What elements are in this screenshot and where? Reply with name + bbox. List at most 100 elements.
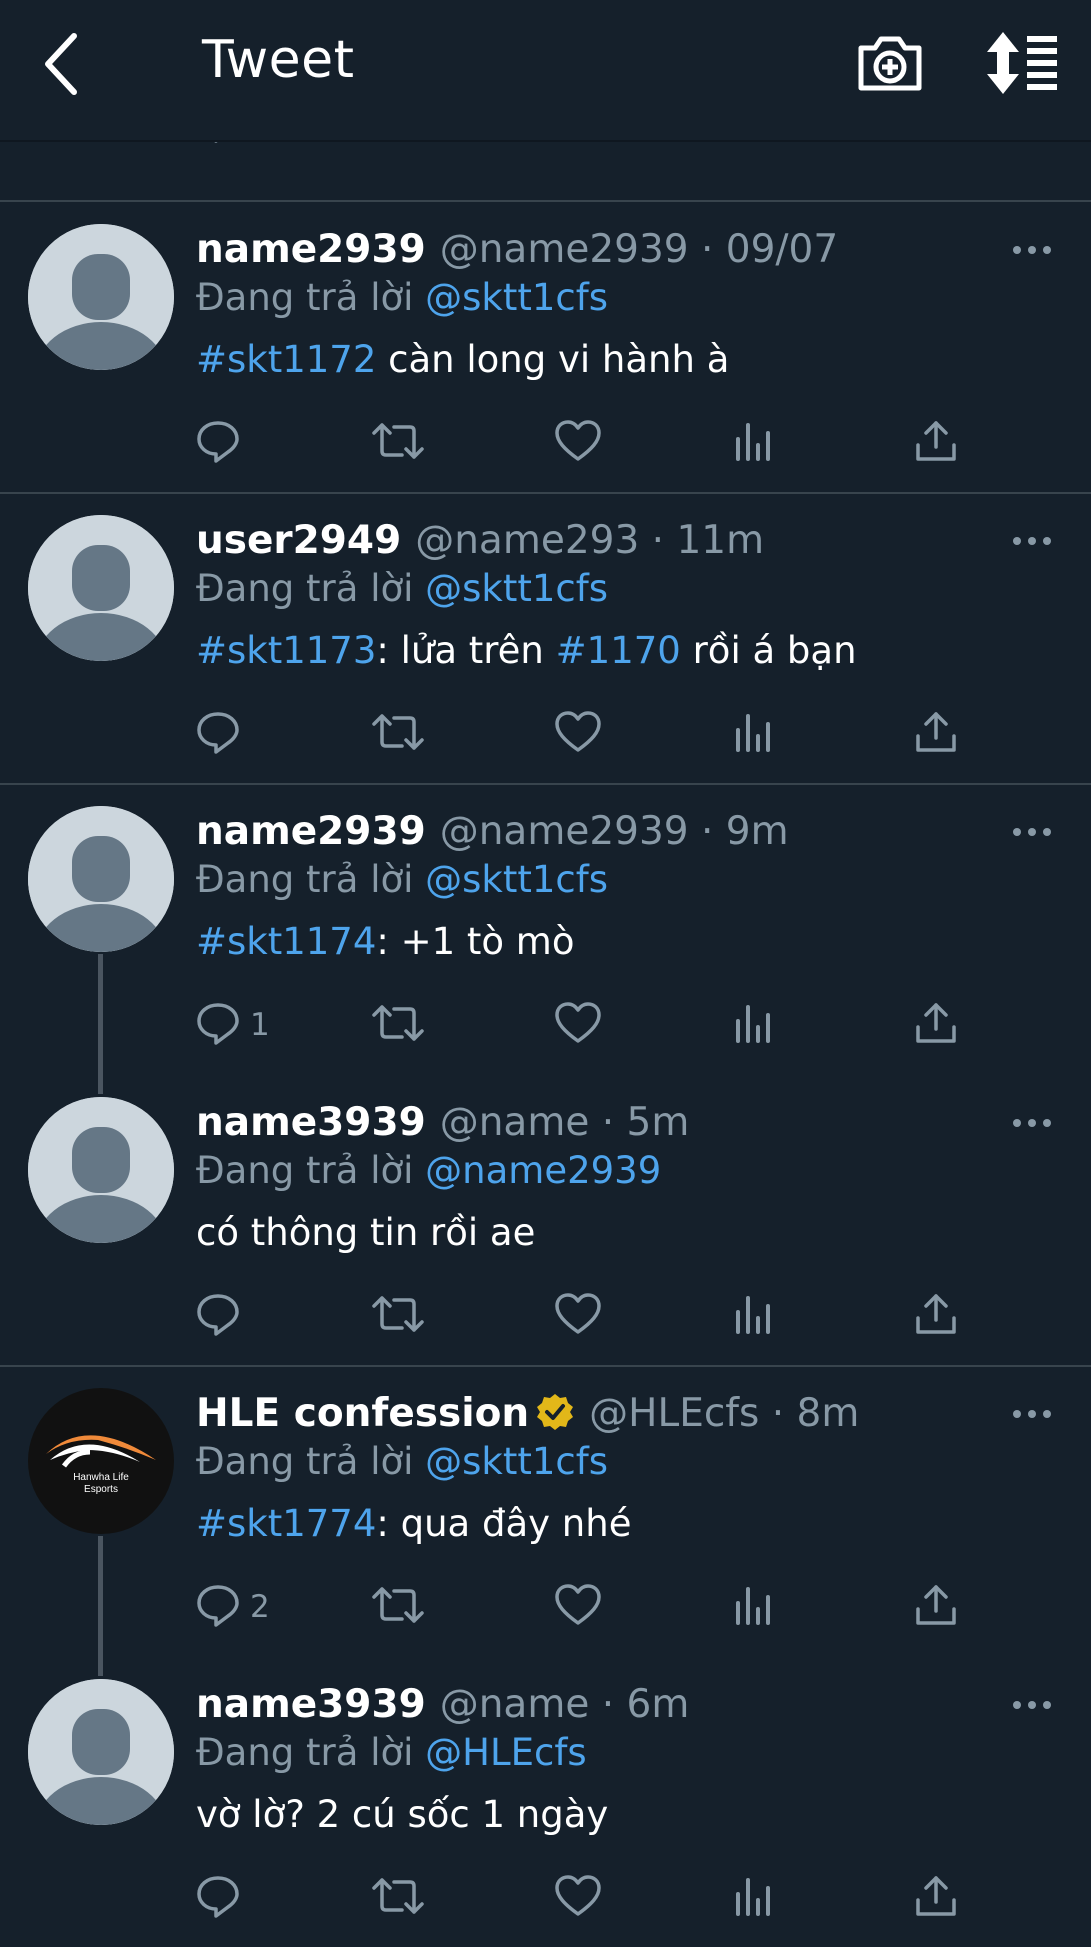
default-avatar-icon[interactable]: [28, 1679, 174, 1825]
hashtag-link[interactable]: #1170: [556, 629, 681, 672]
retweet-button[interactable]: [372, 1000, 424, 1050]
display-name[interactable]: name2939: [196, 227, 426, 272]
share-button[interactable]: [914, 418, 958, 468]
camera-add-icon[interactable]: [855, 30, 925, 96]
reply-button[interactable]: 2: [196, 1582, 270, 1632]
thread-line: [98, 1536, 103, 1676]
tweet[interactable]: name3939 @name · 5m Đang trả lời @name2939…: [0, 1075, 1091, 1365]
mention-link[interactable]: @sktt1cfs: [425, 276, 608, 319]
tweet[interactable]: name2939 @name2939 · 9m Đang trả lời @sktt…: [0, 784, 1091, 1094]
share-button[interactable]: [914, 709, 958, 759]
retweet-button[interactable]: [372, 1291, 424, 1341]
tweet-text-segment: : +1 tò mò: [376, 920, 575, 963]
tweet-actions: [196, 1873, 996, 1923]
views-button[interactable]: [732, 1000, 776, 1050]
share-button[interactable]: [914, 1873, 958, 1923]
reply-icon: [196, 1001, 240, 1049]
like-button[interactable]: [554, 1582, 602, 1632]
tweet[interactable]: name2939 @name2939 · 09/07 Đang trả lời @s…: [0, 202, 1091, 492]
reply-button[interactable]: 1: [196, 1000, 270, 1050]
more-options-icon[interactable]: [1010, 533, 1054, 547]
default-avatar-icon[interactable]: [28, 806, 174, 952]
share-button[interactable]: [914, 1582, 958, 1632]
tweet-header: name3939 @name · 5m: [196, 1099, 689, 1147]
mention-link[interactable]: @HLEcfs: [425, 1731, 586, 1774]
like-button[interactable]: [554, 709, 602, 759]
reply-button[interactable]: [196, 1291, 240, 1341]
display-name[interactable]: name2939: [196, 809, 426, 854]
views-button[interactable]: [732, 1291, 776, 1341]
more-options-icon[interactable]: [1010, 824, 1054, 838]
display-name[interactable]: name3939: [196, 1682, 426, 1727]
reply-button[interactable]: [196, 709, 240, 759]
mention-link[interactable]: @sktt1cfs: [425, 858, 608, 901]
share-icon: [914, 1292, 958, 1340]
share-icon: [914, 710, 958, 758]
tweet-text-segment: vờ lờ? 2 cú sốc 1 ngày: [196, 1793, 609, 1836]
reply-button[interactable]: [196, 1873, 240, 1923]
handle-and-time: @name2939 · 9m: [439, 809, 789, 854]
like-button[interactable]: [554, 418, 602, 468]
hashtag-link[interactable]: #skt1173: [196, 629, 376, 672]
more-options-icon[interactable]: [1010, 242, 1054, 256]
views-icon: [732, 1292, 776, 1340]
retweet-icon: [372, 1583, 424, 1631]
display-name[interactable]: HLE confession: [196, 1391, 529, 1436]
like-icon: [554, 1874, 602, 1922]
views-icon: [732, 1874, 776, 1922]
share-button[interactable]: [914, 1291, 958, 1341]
reply-icon: [196, 419, 240, 467]
mention-link[interactable]: @sktt1cfs: [425, 1440, 608, 1483]
display-name[interactable]: user2949: [196, 518, 401, 563]
more-options-icon[interactable]: [1010, 1697, 1054, 1711]
tweet[interactable]: Hanwha Life Esports HLE confession @HLEcfs …: [0, 1366, 1091, 1676]
hashtag-link[interactable]: #skt1774: [196, 1502, 376, 1545]
replying-to: Đang trả lời @sktt1cfs: [196, 566, 608, 612]
default-avatar-icon[interactable]: [28, 1097, 174, 1243]
retweet-button[interactable]: [372, 418, 424, 468]
tweet[interactable]: user2949 @name293 · 11m Đang trả lời @sktt…: [0, 493, 1091, 783]
retweet-icon: [372, 419, 424, 467]
tweet[interactable]: name3939 @name · 6m Đang trả lời @HLEcfs vờ…: [0, 1657, 1091, 1947]
sort-icon[interactable]: [985, 30, 1059, 96]
share-button[interactable]: [914, 1000, 958, 1050]
views-button[interactable]: [732, 1582, 776, 1632]
tweet-header: name2939 @name2939 · 09/07: [196, 226, 838, 274]
hashtag-link[interactable]: #skt1172: [196, 338, 376, 381]
reply-button[interactable]: [196, 418, 240, 468]
tweet-actions: 1: [196, 1000, 996, 1050]
reply-icon: [196, 1583, 240, 1631]
verified-badge-icon: [535, 1392, 575, 1444]
display-name[interactable]: name3939: [196, 1100, 426, 1145]
views-button[interactable]: [732, 709, 776, 759]
views-button[interactable]: [732, 1873, 776, 1923]
like-button[interactable]: [554, 1000, 602, 1050]
hashtag-link[interactable]: #skt1174: [196, 920, 376, 963]
tweet-text: #skt1774: qua đây nhé: [196, 1501, 631, 1547]
retweet-button[interactable]: [372, 1582, 424, 1632]
views-button[interactable]: [732, 418, 776, 468]
more-options-icon[interactable]: [1010, 1406, 1054, 1420]
default-avatar-icon[interactable]: [28, 224, 174, 370]
tweet-header: name2939 @name2939 · 9m: [196, 808, 789, 856]
handle-and-time: @name · 5m: [439, 1100, 690, 1145]
hle-logo-avatar[interactable]: Hanwha Life Esports: [28, 1388, 174, 1534]
thread-line: [98, 954, 103, 1094]
like-icon: [554, 1292, 602, 1340]
retweet-icon: [372, 710, 424, 758]
mention-link[interactable]: @name2939: [425, 1149, 661, 1192]
back-arrow-icon[interactable]: [38, 28, 118, 100]
tweet-actions: 2: [196, 1582, 996, 1632]
retweet-button[interactable]: [372, 709, 424, 759]
replying-to-label: Đang trả lời: [196, 276, 426, 319]
mention-link[interactable]: @sktt1cfs: [425, 567, 608, 610]
retweet-button[interactable]: [372, 1873, 424, 1923]
like-button[interactable]: [554, 1291, 602, 1341]
like-button[interactable]: [554, 1873, 602, 1923]
tweet-header: user2949 @name293 · 11m: [196, 517, 764, 565]
default-avatar-icon[interactable]: [28, 515, 174, 661]
more-options-icon[interactable]: [1010, 1115, 1054, 1129]
share-icon: [914, 1583, 958, 1631]
views-icon: [732, 1001, 776, 1049]
reply-icon: [196, 1292, 240, 1340]
